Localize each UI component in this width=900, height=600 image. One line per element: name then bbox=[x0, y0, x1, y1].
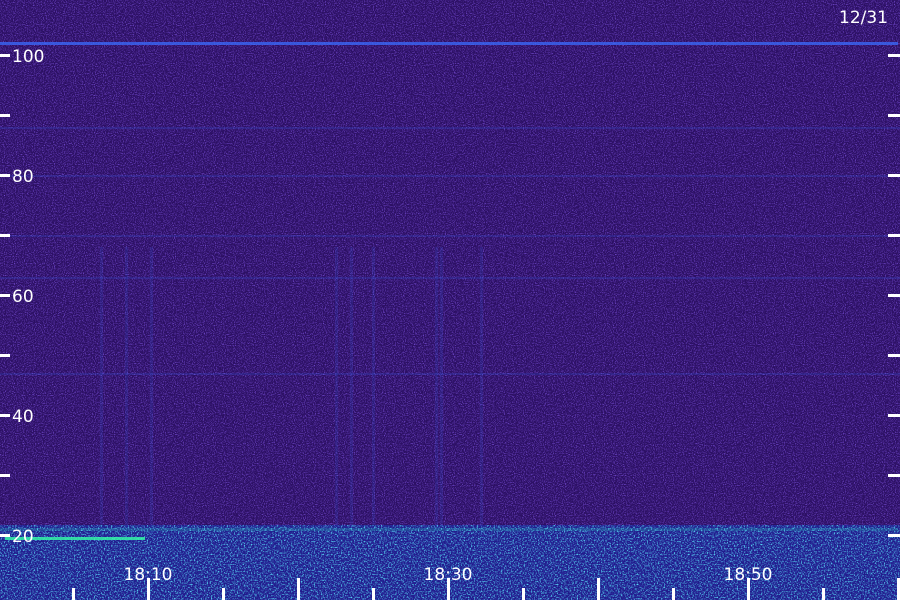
y-tick-label: 40 bbox=[12, 407, 34, 427]
x-tick bbox=[372, 588, 375, 600]
noise-texture bbox=[0, 0, 900, 600]
y-tick-right bbox=[888, 414, 900, 417]
vertical-streak bbox=[335, 247, 338, 535]
y-tick-left bbox=[0, 474, 10, 477]
y-tick-left bbox=[0, 54, 10, 57]
y-tick-right bbox=[888, 354, 900, 357]
bright-band bbox=[0, 42, 898, 45]
y-tick-label: 60 bbox=[12, 287, 34, 307]
vertical-streak bbox=[435, 247, 438, 535]
y-tick-right bbox=[888, 54, 900, 57]
y-tick-label: 100 bbox=[12, 47, 44, 67]
y-tick-left bbox=[0, 534, 10, 537]
y-tick-label: 20 bbox=[12, 527, 34, 547]
vertical-streak bbox=[125, 247, 128, 535]
y-tick-left bbox=[0, 234, 10, 237]
faint-band bbox=[0, 175, 900, 177]
faint-band bbox=[0, 235, 900, 237]
y-tick-label: 80 bbox=[12, 167, 34, 187]
faint-band bbox=[0, 373, 900, 375]
x-tick bbox=[522, 588, 525, 600]
y-tick-right bbox=[888, 114, 900, 117]
vertical-streak bbox=[150, 247, 153, 535]
x-tick bbox=[822, 588, 825, 600]
y-tick-left bbox=[0, 294, 10, 297]
x-tick-label: 18:10 bbox=[124, 565, 173, 585]
x-tick bbox=[72, 588, 75, 600]
y-tick-left bbox=[0, 354, 10, 357]
vertical-streak bbox=[440, 247, 443, 535]
x-tick bbox=[597, 578, 600, 600]
y-tick-right bbox=[888, 174, 900, 177]
x-tick bbox=[297, 578, 300, 600]
y-tick-right bbox=[888, 534, 900, 537]
y-tick-right bbox=[888, 294, 900, 297]
y-tick-right bbox=[888, 474, 900, 477]
vertical-streak bbox=[480, 247, 483, 535]
faint-band bbox=[0, 127, 900, 129]
spectrogram-chart: 20 40 60 80 100 18:10 18:30 18:50 12/31 bbox=[0, 0, 900, 600]
faint-band bbox=[0, 277, 900, 279]
x-tick bbox=[672, 588, 675, 600]
x-tick-label: 18:50 bbox=[724, 565, 773, 585]
y-tick-left bbox=[0, 414, 10, 417]
x-tick-label: 18:30 bbox=[424, 565, 473, 585]
vertical-streak bbox=[350, 247, 353, 535]
date-label: 12/31 bbox=[839, 8, 888, 28]
x-tick bbox=[222, 588, 225, 600]
y-tick-left bbox=[0, 174, 10, 177]
y-tick-right bbox=[888, 234, 900, 237]
y-tick-left bbox=[0, 114, 10, 117]
vertical-streak bbox=[100, 247, 103, 535]
vertical-streak bbox=[372, 247, 375, 535]
